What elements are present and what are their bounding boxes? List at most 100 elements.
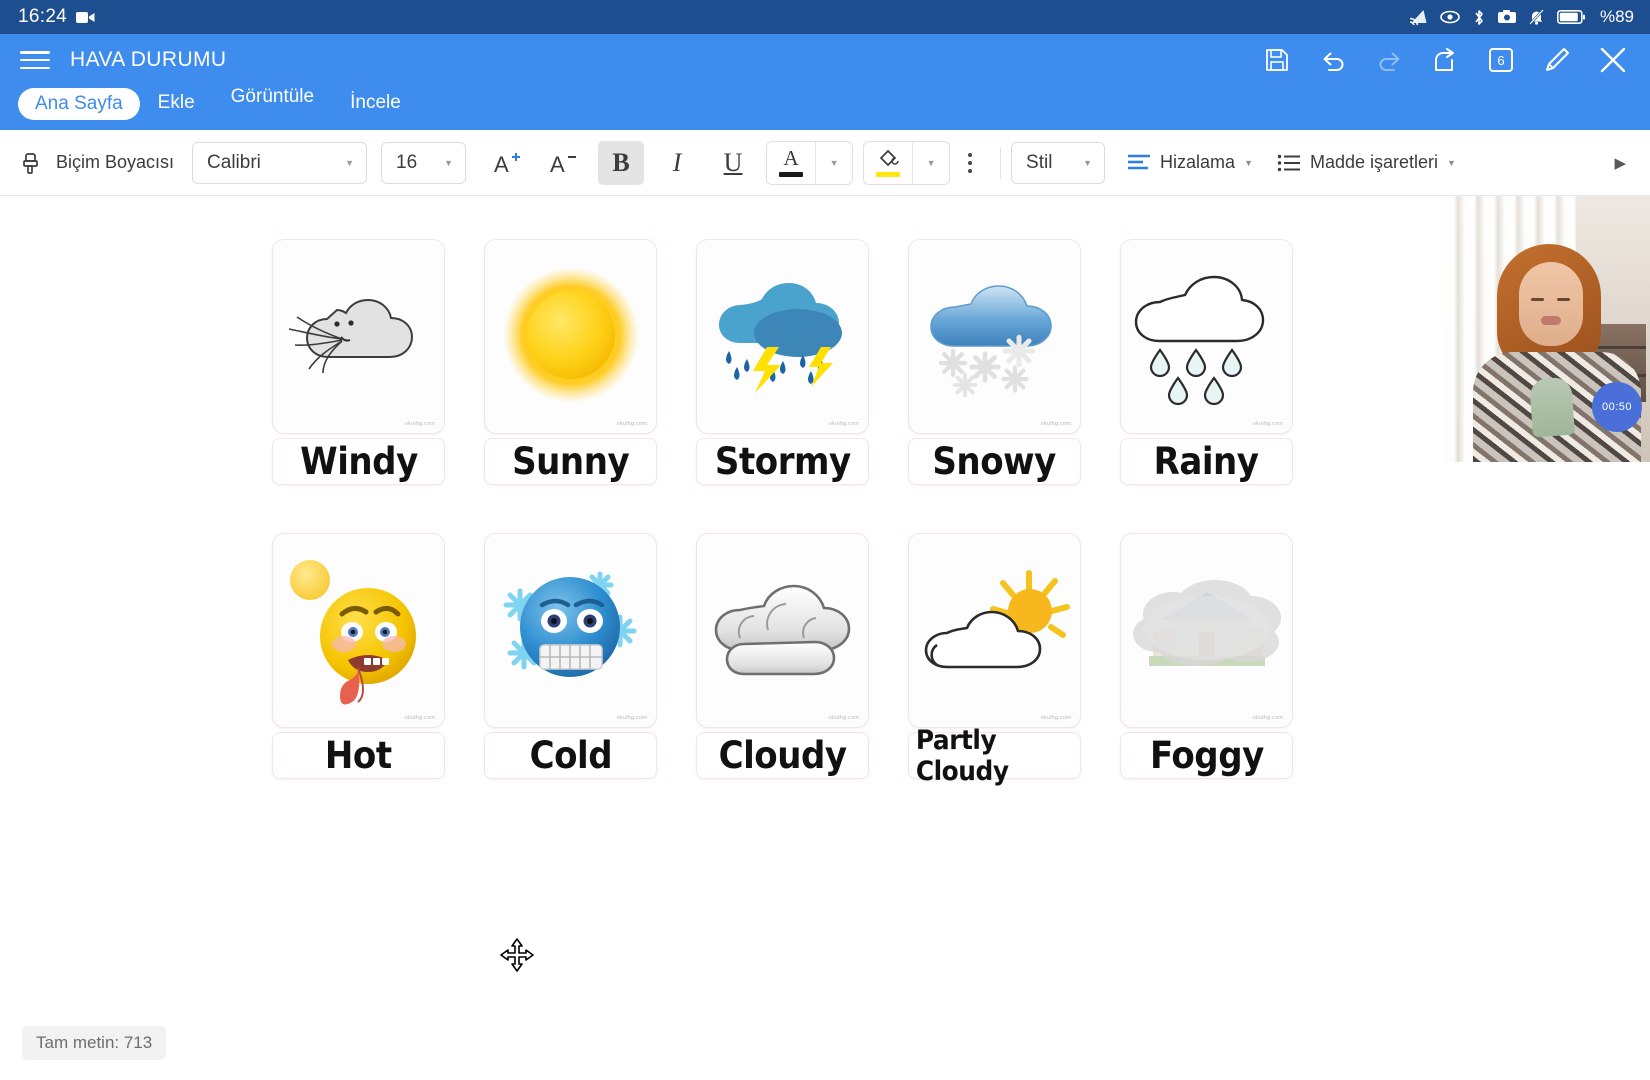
flashcard-hot[interactable]: okulhg.com Hot <box>272 533 445 779</box>
alignment-button[interactable]: Hizalama ▼ <box>1115 152 1265 173</box>
font-name-select[interactable]: Calibri ▼ <box>192 141 368 184</box>
toolbar-divider <box>1000 146 1002 179</box>
format-painter-label: Biçim Boyacısı <box>56 152 175 172</box>
edit-pen-icon[interactable] <box>1542 45 1572 75</box>
flashcard-foggy[interactable]: okulhg.com Foggy <box>1120 533 1293 779</box>
flashcard-label-windy[interactable]: Windy <box>272 438 445 485</box>
flashcard-image-hot[interactable]: okulhg.com <box>272 533 445 728</box>
style-select[interactable]: Stil ▼ <box>1011 141 1106 184</box>
italic-button[interactable]: I <box>654 141 700 185</box>
webcam-overlay[interactable]: 00:50 <box>1445 196 1650 462</box>
alignment-label: Hizalama <box>1160 152 1236 172</box>
highlight-color-control[interactable]: ▼ <box>863 140 951 185</box>
save-icon[interactable] <box>1262 45 1292 75</box>
label-text: Stormy <box>714 440 851 483</box>
tab-incele[interactable]: İncele <box>332 86 419 120</box>
status-bar-right: %89 <box>1409 7 1634 27</box>
flashcard-label-cold[interactable]: Cold <box>484 732 657 779</box>
webcam-person-collar <box>1529 376 1575 438</box>
tab-ana-sayfa[interactable]: Ana Sayfa <box>18 88 140 120</box>
chevron-down-icon: ▼ <box>1083 157 1093 168</box>
flashcard-image-cold[interactable]: okulhg.com <box>484 533 657 728</box>
flashcard-image-partly-cloudy[interactable]: okulhg.com <box>908 533 1081 728</box>
page-count-value: 6 <box>1497 53 1504 68</box>
status-bar-left: 16:24 <box>18 6 95 28</box>
svg-text:A: A <box>550 152 565 176</box>
label-text: Snowy <box>932 440 1057 483</box>
flashcard-label-rainy[interactable]: Rainy <box>1120 438 1293 485</box>
flashcard-image-windy[interactable]: okulhg.com <box>272 239 445 434</box>
font-size-value: 16 <box>396 151 418 173</box>
font-size-select[interactable]: 16 ▼ <box>381 141 467 184</box>
chevron-down-icon: ▼ <box>345 157 355 168</box>
weather-flashcard-grid: okulhg.com Windy okulhg.com Sunny okulhg… <box>272 239 1293 787</box>
redo-icon[interactable] <box>1374 45 1404 75</box>
flashcard-snowy[interactable]: okulhg.com Snowy <box>908 239 1081 485</box>
image-watermark: okulhg.com <box>616 715 647 721</box>
flashcard-image-snowy[interactable]: okulhg.com <box>908 239 1081 434</box>
webcam-person-eye-left <box>1531 298 1544 301</box>
increase-font-icon: A <box>493 150 521 176</box>
font-color-dropdown[interactable]: ▼ <box>816 142 852 184</box>
tab-ekle[interactable]: Ekle <box>140 86 213 120</box>
snow-cloud-icon <box>929 284 1052 397</box>
flashcard-image-cloudy[interactable]: okulhg.com <box>696 533 869 728</box>
rain-cloud-icon <box>1134 275 1265 405</box>
bold-button[interactable]: B <box>598 140 645 185</box>
hamburger-menu-icon[interactable] <box>20 49 50 71</box>
flashcard-label-stormy[interactable]: Stormy <box>696 438 869 485</box>
underline-label: U <box>723 147 743 177</box>
toolbar-overflow-button[interactable]: ▶ <box>1598 154 1642 172</box>
flashcard-row: okulhg.com Windy okulhg.com Sunny okulhg… <box>272 239 1293 485</box>
font-color-swatch <box>779 172 804 177</box>
flashcard-cloudy[interactable]: okulhg.com Cloudy <box>696 533 869 779</box>
flashcard-label-sunny[interactable]: Sunny <box>484 438 657 485</box>
highlight-color-dropdown[interactable]: ▼ <box>913 142 949 184</box>
flashcard-label-partly-cloudy[interactable]: Partly Cloudy <box>908 725 1081 787</box>
chevron-down-icon: ▼ <box>1244 157 1253 168</box>
flashcard-rainy[interactable]: okulhg.com Rainy <box>1120 239 1293 485</box>
bullets-button[interactable]: Madde işaretleri ▼ <box>1265 152 1468 173</box>
flashcard-label-cloudy[interactable]: Cloudy <box>696 732 869 779</box>
image-watermark: okulhg.com <box>828 715 859 721</box>
flashcard-partly-cloudy[interactable]: okulhg.com Partly Cloudy <box>908 533 1081 787</box>
font-color-button[interactable]: A <box>767 142 815 184</box>
flashcard-windy[interactable]: okulhg.com Windy <box>272 239 445 485</box>
flashcard-sunny[interactable]: okulhg.com Sunny <box>484 239 657 485</box>
font-name-value: Calibri <box>207 151 261 173</box>
share-icon[interactable] <box>1430 45 1460 75</box>
italic-label: I <box>672 147 682 177</box>
flashcard-label-hot[interactable]: Hot <box>272 732 445 779</box>
flashcard-label-snowy[interactable]: Snowy <box>908 438 1081 485</box>
format-painter-button[interactable]: Biçim Boyacısı <box>14 150 188 176</box>
flashcard-image-rainy[interactable]: okulhg.com <box>1120 239 1293 434</box>
font-color-control[interactable]: A ▼ <box>766 140 854 185</box>
tab-goruntule[interactable]: Görüntüle <box>213 80 332 114</box>
page-count-icon[interactable]: 6 <box>1486 45 1516 75</box>
application-header: HAVA DURUMU 6 Ana Sayfa Ekle Görüntüle İ… <box>0 34 1650 130</box>
flashcard-image-foggy[interactable]: okulhg.com <box>1120 533 1293 728</box>
ribbon-tabs: Ana Sayfa Ekle Görüntüle İncele <box>0 86 1650 130</box>
decrease-font-size-button[interactable]: A <box>540 141 586 185</box>
document-canvas[interactable]: okulhg.com Windy okulhg.com Sunny okulhg… <box>0 196 1650 1080</box>
flashcard-image-stormy[interactable]: okulhg.com <box>696 239 869 434</box>
flashcard-image-sunny[interactable]: okulhg.com <box>484 239 657 434</box>
undo-icon[interactable] <box>1318 45 1348 75</box>
flashcard-label-foggy[interactable]: Foggy <box>1120 732 1293 779</box>
close-icon[interactable] <box>1598 45 1628 75</box>
underline-button[interactable]: U <box>710 141 756 185</box>
label-text: Windy <box>299 440 418 483</box>
image-watermark: okulhg.com <box>404 421 435 427</box>
clock: 16:24 <box>18 6 68 27</box>
recording-timer-badge[interactable]: 00:50 <box>1592 382 1642 432</box>
paint-bucket-icon <box>877 149 899 169</box>
flashcard-row: okulhg.com Hot okulhg.com Cold okulhg.co… <box>272 533 1293 787</box>
increase-font-size-button[interactable]: A <box>484 141 530 185</box>
formatting-toolbar: Biçim Boyacısı Calibri ▼ 16 ▼ A A B I U … <box>0 130 1650 196</box>
flashcard-stormy[interactable]: okulhg.com Stormy <box>696 239 869 485</box>
word-count-status: Tam metin: 713 <box>22 1026 167 1060</box>
highlight-color-button[interactable] <box>864 142 912 184</box>
move-cursor <box>500 938 534 972</box>
flashcard-cold[interactable]: okulhg.com Cold <box>484 533 657 779</box>
more-format-options-button[interactable] <box>950 152 990 173</box>
